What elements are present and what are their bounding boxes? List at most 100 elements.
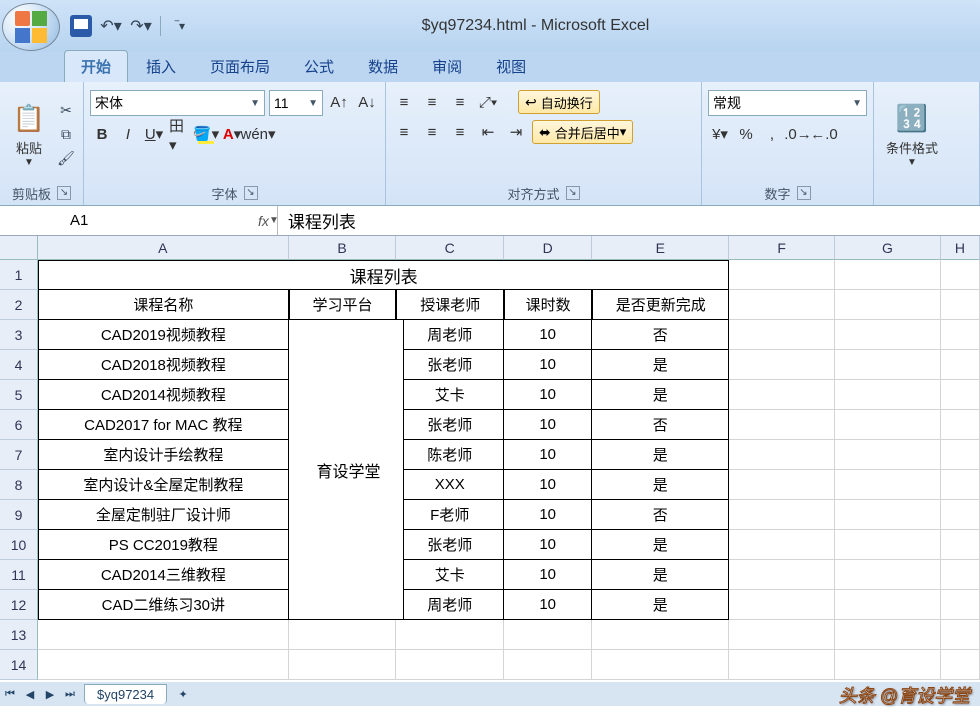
cell[interactable] (729, 350, 835, 380)
col-header-C[interactable]: C (396, 236, 504, 260)
cell[interactable] (835, 620, 941, 650)
row-header-2[interactable]: 2 (0, 290, 38, 320)
increase-decimal-button[interactable]: .0→ (786, 122, 810, 146)
cell[interactable] (941, 650, 980, 680)
increase-font-button[interactable]: A↑ (327, 90, 351, 114)
formula-input[interactable] (278, 206, 980, 235)
comma-format-button[interactable]: , (760, 122, 784, 146)
borders-button[interactable]: 田▾ (168, 122, 192, 146)
done-cell[interactable]: 是 (592, 560, 729, 590)
col-header-H[interactable]: H (941, 236, 980, 260)
cell[interactable] (835, 350, 941, 380)
col-header-E[interactable]: E (592, 236, 729, 260)
cell[interactable] (941, 410, 980, 440)
decrease-decimal-button[interactable]: ←.0 (812, 122, 836, 146)
cell[interactable] (941, 560, 980, 590)
wrap-text-button[interactable]: ↩自动换行 (518, 90, 600, 114)
name-box[interactable]: ▼ (0, 206, 190, 235)
tab-home[interactable]: 开始 (64, 50, 128, 82)
align-bottom-button[interactable]: ≡ (448, 90, 472, 114)
cell[interactable] (835, 650, 941, 680)
hours-cell[interactable]: 10 (504, 320, 592, 350)
cell[interactable] (941, 470, 980, 500)
office-button[interactable] (2, 3, 60, 51)
teacher-cell[interactable]: 周老师 (396, 590, 504, 620)
sheet-nav-last[interactable]: ⏭ (60, 684, 80, 704)
row-header-11[interactable]: 11 (0, 560, 38, 590)
row-header-3[interactable]: 3 (0, 320, 38, 350)
bold-button[interactable]: B (90, 122, 114, 146)
cell[interactable] (835, 500, 941, 530)
cell[interactable] (941, 380, 980, 410)
header-cell[interactable]: 是否更新完成 (592, 290, 729, 320)
done-cell[interactable]: 否 (592, 320, 729, 350)
cell[interactable] (835, 560, 941, 590)
number-launcher[interactable]: ↘ (797, 186, 811, 200)
cell[interactable] (38, 620, 289, 650)
teacher-cell[interactable]: 张老师 (396, 410, 504, 440)
cell[interactable] (729, 530, 835, 560)
cell[interactable] (729, 320, 835, 350)
header-cell[interactable]: 课时数 (504, 290, 592, 320)
merge-center-button[interactable]: ⬌合并后居中▾ (532, 120, 633, 144)
course-name-cell[interactable]: 全屋定制驻厂设计师 (38, 500, 289, 530)
row-header-5[interactable]: 5 (0, 380, 38, 410)
done-cell[interactable]: 否 (592, 500, 729, 530)
align-left-button[interactable]: ≡ (392, 120, 416, 144)
tab-formulas[interactable]: 公式 (288, 51, 350, 82)
header-cell[interactable]: 课程名称 (38, 290, 289, 320)
done-cell[interactable]: 是 (592, 470, 729, 500)
paste-button[interactable]: 📋 粘贴 ▼ (6, 100, 52, 170)
col-header-B[interactable]: B (289, 236, 397, 260)
cell[interactable] (592, 620, 729, 650)
cell[interactable] (729, 470, 835, 500)
hours-cell[interactable]: 10 (504, 500, 592, 530)
hours-cell[interactable]: 10 (504, 410, 592, 440)
col-header-G[interactable]: G (835, 236, 941, 260)
decrease-font-button[interactable]: A↓ (355, 90, 379, 114)
font-launcher[interactable]: ↘ (244, 186, 258, 200)
alignment-launcher[interactable]: ↘ (566, 186, 580, 200)
col-header-D[interactable]: D (504, 236, 592, 260)
undo-button[interactable]: ↶▾ (100, 15, 122, 37)
align-right-button[interactable]: ≡ (448, 120, 472, 144)
course-name-cell[interactable]: CAD2014三维教程 (38, 560, 289, 590)
row-header-1[interactable]: 1 (0, 260, 38, 290)
tab-data[interactable]: 数据 (352, 51, 414, 82)
align-top-button[interactable]: ≡ (392, 90, 416, 114)
new-sheet-button[interactable]: ✦ (173, 684, 193, 704)
cell[interactable] (835, 530, 941, 560)
accounting-format-button[interactable]: ¥▾ (708, 122, 732, 146)
hours-cell[interactable]: 10 (504, 350, 592, 380)
underline-button[interactable]: U▾ (142, 122, 166, 146)
cell[interactable] (941, 620, 980, 650)
done-cell[interactable]: 是 (592, 530, 729, 560)
cell[interactable] (592, 650, 729, 680)
cell[interactable] (38, 650, 289, 680)
cell[interactable] (835, 260, 941, 290)
cell[interactable] (729, 560, 835, 590)
sheet-nav-first[interactable]: ⏮ (0, 684, 20, 704)
copy-icon[interactable]: ⧉ (56, 125, 76, 145)
row-header-9[interactable]: 9 (0, 500, 38, 530)
cell[interactable] (941, 350, 980, 380)
row-header-7[interactable]: 7 (0, 440, 38, 470)
cell[interactable] (396, 650, 504, 680)
orientation-button[interactable]: ⤢▾ (476, 90, 500, 114)
done-cell[interactable]: 是 (592, 380, 729, 410)
cell[interactable] (835, 470, 941, 500)
cut-icon[interactable]: ✂ (56, 101, 76, 121)
teacher-cell[interactable]: 周老师 (396, 320, 504, 350)
col-header-F[interactable]: F (729, 236, 835, 260)
row-header-6[interactable]: 6 (0, 410, 38, 440)
hours-cell[interactable]: 10 (504, 590, 592, 620)
cell[interactable] (941, 530, 980, 560)
row-header-14[interactable]: 14 (0, 650, 38, 680)
hours-cell[interactable]: 10 (504, 470, 592, 500)
teacher-cell[interactable]: 陈老师 (396, 440, 504, 470)
clipboard-launcher[interactable]: ↘ (57, 186, 71, 200)
cell[interactable] (835, 410, 941, 440)
cell[interactable] (396, 620, 504, 650)
cell[interactable] (289, 650, 397, 680)
italic-button[interactable]: I (116, 122, 140, 146)
